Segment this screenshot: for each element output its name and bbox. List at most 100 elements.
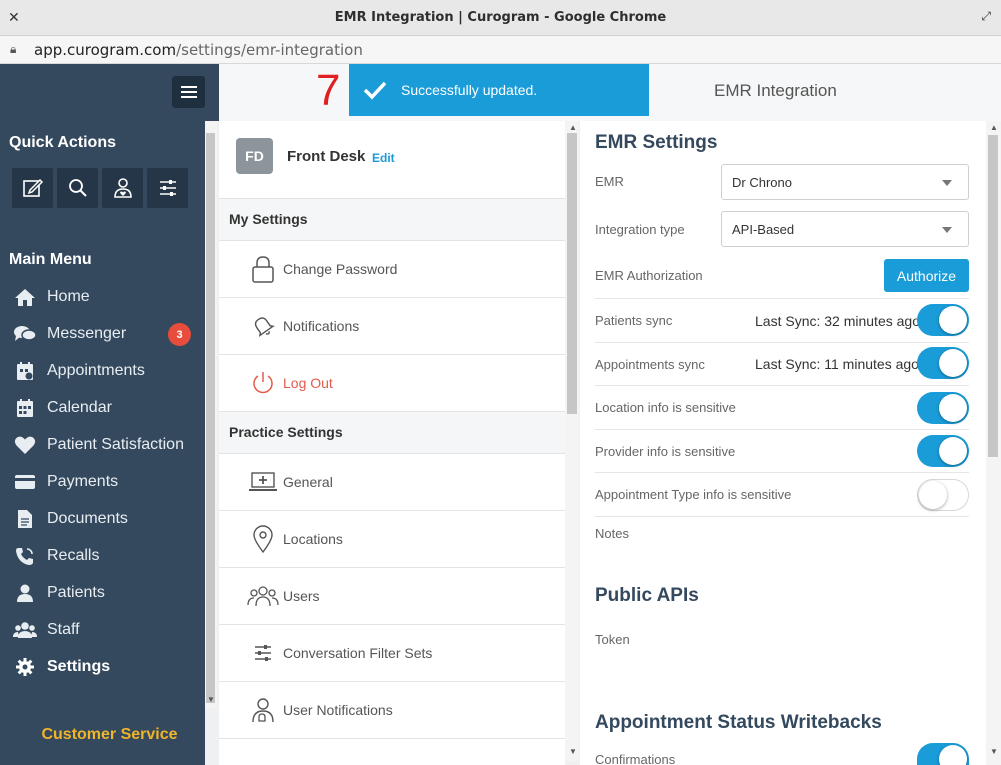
- scrollbar-thumb[interactable]: [988, 135, 998, 457]
- sidebar-item-messenger[interactable]: Messenger 3: [0, 315, 219, 352]
- filters-button[interactable]: [147, 168, 188, 208]
- sidebar-item-calendar[interactable]: Calendar: [0, 389, 219, 426]
- content-scrollbar[interactable]: ▲ ▼: [986, 121, 1001, 765]
- sidebar-item-staff[interactable]: Staff: [0, 611, 219, 648]
- emr-settings-heading: EMR Settings: [595, 132, 718, 153]
- appt-type-sensitive-toggle[interactable]: [917, 479, 969, 511]
- settings-item-conversation-filter-sets[interactable]: Conversation Filter Sets: [219, 625, 565, 682]
- location-sensitive-toggle[interactable]: [917, 392, 969, 424]
- token-label: Token: [595, 632, 630, 647]
- appointments-icon: [13, 361, 37, 381]
- emr-select[interactable]: Dr Chrono: [721, 164, 969, 200]
- sidebar-item-appointments[interactable]: Appointments: [0, 352, 219, 389]
- profile-card: FD Front Desk Edit: [219, 121, 565, 199]
- confirmations-row: Confirmations: [595, 752, 969, 765]
- scroll-up-arrow-icon[interactable]: ▲: [569, 123, 577, 132]
- sidebar-item-patients[interactable]: Patients: [0, 574, 219, 611]
- sidebar-item-settings[interactable]: Settings: [0, 648, 219, 685]
- scrollbar-thumb[interactable]: [567, 133, 577, 414]
- appointments-sync-toggle[interactable]: [917, 347, 969, 379]
- sidebar-item-label: Patients: [47, 583, 105, 601]
- url-host: app.curogram.com: [34, 41, 177, 59]
- sidebar-item-label: Documents: [47, 509, 128, 527]
- provider-sensitive-toggle[interactable]: [917, 435, 969, 467]
- toggle-knob: [939, 306, 967, 334]
- toggle-knob: [939, 349, 967, 377]
- writebacks-heading: Appointment Status Writebacks: [595, 712, 882, 733]
- profile-name: Front Desk: [287, 148, 366, 165]
- settings-item-label: General: [283, 474, 333, 490]
- appointments-sync-status: Last Sync: 11 minutes ago: [755, 356, 919, 372]
- sidebar-item-label: Recalls: [47, 546, 100, 564]
- authorize-button[interactable]: Authorize: [884, 259, 969, 292]
- sidebar-scrollbar[interactable]: ▼: [205, 121, 217, 708]
- sidebar-item-documents[interactable]: Documents: [0, 500, 219, 537]
- scroll-down-arrow-icon[interactable]: ▼: [990, 747, 998, 756]
- success-toast[interactable]: Successfully updated.: [349, 64, 649, 116]
- heart-icon: [13, 435, 37, 455]
- integration-type-select[interactable]: API-Based: [721, 211, 969, 247]
- settings-item-label: Log Out: [283, 375, 333, 391]
- toast-message: Successfully updated.: [401, 82, 538, 98]
- sidebar-item-patient-satisfaction[interactable]: Patient Satisfaction: [0, 426, 219, 463]
- scroll-down-arrow-icon[interactable]: ▼: [569, 747, 577, 756]
- edit-profile-link[interactable]: Edit: [372, 151, 395, 165]
- patient-button[interactable]: [102, 168, 143, 208]
- settings-item-log-out[interactable]: Log Out: [219, 355, 565, 412]
- confirmations-label: Confirmations: [595, 752, 676, 765]
- calendar-icon: [13, 398, 37, 418]
- scroll-down-arrow-icon[interactable]: ▼: [207, 695, 215, 704]
- settings-item-general[interactable]: General: [219, 454, 565, 511]
- quick-actions: [12, 168, 188, 208]
- window-titlebar: ✕ EMR Integration | Curogram - Google Ch…: [0, 0, 1001, 36]
- users-icon: [243, 584, 283, 608]
- settings-nav-scrollbar[interactable]: ▲ ▼: [565, 121, 579, 761]
- emr-label: EMR: [595, 174, 624, 189]
- sidebar-item-home[interactable]: Home: [0, 278, 219, 315]
- settings-item-notifications[interactable]: Notifications: [219, 298, 565, 355]
- patient-heart-icon: [113, 178, 132, 198]
- sidebar-item-label: Messenger: [47, 324, 127, 342]
- sliders-icon: [159, 180, 176, 196]
- main-menu-title: Main Menu: [9, 251, 92, 268]
- patients-sync-label: Patients sync: [595, 313, 673, 328]
- confirmations-toggle[interactable]: [917, 743, 969, 765]
- url-path: /settings/emr-integration: [176, 41, 363, 59]
- hamburger-menu-button[interactable]: [172, 76, 205, 108]
- settings-item-user-notifications[interactable]: User Notifications: [219, 682, 565, 739]
- sidebar-item-label: Patient Satisfaction: [47, 435, 184, 453]
- compose-button[interactable]: [12, 168, 53, 208]
- settings-item-locations[interactable]: Locations: [219, 511, 565, 568]
- provider-sensitive-row: Provider info is sensitive: [595, 444, 969, 473]
- search-icon: [68, 179, 87, 197]
- patients-sync-toggle[interactable]: [917, 304, 969, 336]
- laptop-icon: [243, 471, 283, 493]
- settings-item-label: User Notifications: [283, 702, 393, 718]
- hamburger-icon: [180, 91, 197, 93]
- settings-item-label: Conversation Filter Sets: [283, 645, 433, 661]
- appt-type-sensitive-row: Appointment Type info is sensitive: [595, 487, 969, 517]
- url-text[interactable]: app.curogram.com/settings/emr-integratio…: [34, 41, 363, 59]
- customer-service-link[interactable]: Customer Service: [0, 726, 219, 744]
- settings-item-label: Notifications: [283, 318, 360, 334]
- settings-item-partial[interactable]: [219, 739, 565, 765]
- my-settings-header: My Settings: [219, 199, 565, 241]
- power-icon: [243, 370, 283, 396]
- sidebar-item-recalls[interactable]: Recalls: [0, 537, 219, 574]
- user-bell-icon: [243, 696, 283, 724]
- maximize-icon[interactable]: ⤢: [981, 9, 991, 24]
- bell-icon: [243, 313, 283, 339]
- settings-item-change-password[interactable]: Change Password: [219, 241, 565, 298]
- settings-item-label: Users: [283, 588, 320, 604]
- token-row: Token: [595, 632, 969, 652]
- search-button[interactable]: [57, 168, 98, 208]
- window-title: EMR Integration | Curogram - Google Chro…: [334, 10, 667, 25]
- settings-item-users[interactable]: Users: [219, 568, 565, 625]
- sidebar-item-payments[interactable]: Payments: [0, 463, 219, 500]
- gear-icon: [13, 657, 37, 677]
- scrollbar-thumb[interactable]: [206, 133, 215, 703]
- scroll-up-arrow-icon[interactable]: ▲: [990, 123, 998, 132]
- main-menu: Home Messenger 3 Appointments Calendar P…: [0, 278, 219, 685]
- address-bar[interactable]: 🔒︎ app.curogram.com/settings/emr-integra…: [0, 36, 1001, 64]
- chat-icon: [13, 324, 37, 344]
